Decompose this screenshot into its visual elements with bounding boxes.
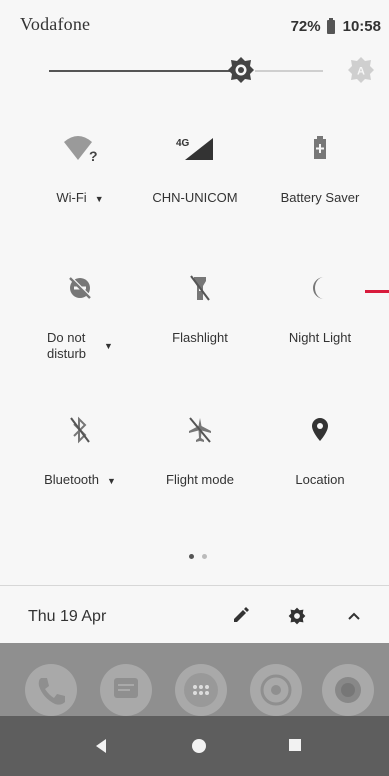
page-indicator	[187, 546, 209, 564]
tile-battery-saver[interactable]: Battery Saver	[265, 128, 375, 206]
battery-saver-icon	[314, 136, 326, 159]
page-dot	[202, 554, 208, 559]
dock-phone[interactable]	[25, 664, 77, 716]
tile-label-dnd: Do not disturb	[47, 330, 87, 361]
tile-do-not-disturb[interactable]: Do not disturb ▼	[25, 268, 135, 362]
tile-location[interactable]: Location	[265, 410, 375, 488]
qs-footer: Thu 19 Apr	[0, 585, 389, 644]
auto-brightness-icon[interactable]: A	[347, 56, 375, 84]
svg-text:A: A	[357, 66, 365, 78]
camera-icon	[335, 677, 361, 703]
recents-icon	[289, 739, 301, 751]
home-button[interactable]	[191, 738, 207, 759]
battery-icon	[326, 17, 335, 34]
status-bar: Vodafone 72% 10:58	[0, 0, 389, 44]
bluetooth-dropdown-icon[interactable]: ▼	[107, 473, 116, 489]
quick-settings-panel: Vodafone 72% 10:58 A ? Wi-Fi ▼ 4G CHN-UN…	[0, 0, 389, 640]
pencil-icon	[234, 607, 249, 622]
tile-wifi[interactable]: ? Wi-Fi ▼	[25, 128, 135, 207]
airplane-off-icon	[189, 417, 211, 443]
date-label: Thu 19 Apr	[28, 608, 107, 625]
tile-label-night-light: Night Light	[288, 330, 352, 345]
back-icon	[96, 739, 106, 753]
signal-4g-icon: 4G	[176, 138, 213, 160]
tile-label-wifi: Wi-Fi	[56, 190, 87, 205]
status-right: 72% 10:58	[290, 17, 381, 35]
tile-label-mobile: CHN-UNICOM	[152, 190, 238, 205]
brightness-track-empty	[255, 70, 323, 72]
app-drawer-icon	[184, 673, 218, 707]
tile-mobile-data[interactable]: 4G CHN-UNICOM	[140, 128, 250, 206]
flashlight-icon	[190, 275, 210, 301]
wifi-question-icon: ?	[64, 136, 98, 164]
tile-flashlight[interactable]: Flashlight	[145, 268, 255, 346]
tile-bluetooth[interactable]: Bluetooth ▼	[25, 410, 135, 489]
tile-night-light[interactable]: Night Light	[265, 268, 375, 346]
tile-label-bluetooth: Bluetooth	[44, 472, 99, 487]
annotation-marker	[365, 290, 389, 293]
carrier-name: Vodafone	[20, 14, 91, 34]
night-light-icon	[313, 277, 324, 299]
location-pin-icon	[312, 418, 328, 441]
svg-text:?: ?	[89, 148, 98, 164]
wifi-dropdown-icon[interactable]: ▼	[95, 191, 104, 207]
home-icon	[192, 739, 206, 753]
tile-label-battery: Battery Saver	[280, 190, 360, 205]
phone-icon	[38, 678, 65, 705]
tile-label-location: Location	[295, 472, 345, 487]
gear-icon	[288, 607, 306, 625]
brightness-track-filled	[49, 70, 241, 72]
messages-icon	[114, 678, 138, 698]
back-button[interactable]	[94, 738, 108, 759]
chrome-icon	[260, 674, 292, 706]
collapse-button[interactable]	[340, 602, 368, 630]
battery-percent: 72%	[290, 18, 321, 35]
page-dot-active	[189, 554, 194, 559]
tile-label-flashlight: Flashlight	[172, 330, 228, 345]
dock-app-drawer[interactable]	[175, 664, 227, 716]
settings-button[interactable]	[283, 602, 311, 630]
dock-camera[interactable]	[322, 664, 374, 716]
dock-chrome[interactable]	[250, 664, 302, 716]
do-not-disturb-icon	[69, 276, 92, 299]
dock-messages[interactable]	[100, 664, 152, 716]
edit-button[interactable]	[226, 602, 254, 630]
recents-button[interactable]	[288, 738, 302, 757]
dnd-dropdown-icon[interactable]: ▼	[104, 341, 113, 351]
navigation-bar	[0, 716, 389, 776]
clock: 10:58	[342, 18, 381, 35]
network-type: 4G	[176, 138, 190, 149]
chevron-up-icon	[348, 612, 360, 620]
brightness-slider[interactable]: A	[49, 56, 379, 86]
tile-label-flight: Flight mode	[166, 472, 234, 487]
tile-flight-mode[interactable]: Flight mode	[145, 410, 255, 488]
bluetooth-off-icon	[70, 416, 90, 444]
brightness-thumb-icon[interactable]	[227, 56, 255, 84]
